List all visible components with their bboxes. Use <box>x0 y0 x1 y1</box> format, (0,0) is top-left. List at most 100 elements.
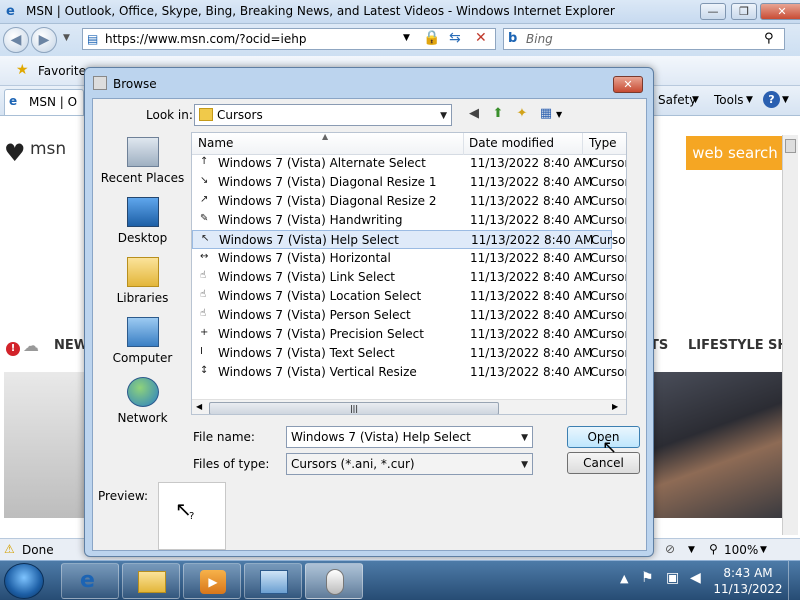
scroll-right-icon[interactable]: ▶ <box>612 402 618 411</box>
back-button[interactable]: ◀ <box>3 27 29 53</box>
safety-menu[interactable]: Safety <box>658 93 696 107</box>
view-menu-icon[interactable]: ▦ <box>537 105 555 123</box>
help-chevron-icon[interactable]: ▼ <box>782 95 789 105</box>
files-of-type-label: Files of type: <box>193 457 270 471</box>
file-name: Windows 7 (Vista) Diagonal Resize 1 <box>218 175 437 189</box>
action-center-flag-icon[interactable]: ⚑ <box>641 570 654 586</box>
file-name-input[interactable]: Windows 7 (Vista) Help Select ▼ <box>286 426 533 448</box>
cursor-file-icon: ↖ <box>201 233 210 244</box>
help-icon[interactable]: ? <box>763 91 780 108</box>
file-row[interactable]: ✎ Windows 7 (Vista) Handwriting 11/13/2022… <box>192 211 626 230</box>
taskbar-mouse-properties[interactable] <box>305 563 363 599</box>
place-libraries[interactable]: Libraries <box>95 255 190 315</box>
zoom-level[interactable]: 100% <box>724 543 758 557</box>
tab-label: MSN | O <box>29 95 78 109</box>
view-chevron-icon[interactable]: ▼ <box>556 110 562 119</box>
protected-mode-icon[interactable]: ⊘ <box>665 542 675 556</box>
file-row[interactable]: ↖ Windows 7 (Vista) Help Select 11/13/2022… <box>192 230 626 249</box>
file-list[interactable]: ▲ Name Date modified Type ↑ Windows 7 (Vi… <box>191 132 627 415</box>
horizontal-scroll-thumb[interactable]: ||| <box>209 402 499 414</box>
file-date-modified: 11/13/2022 8:40 AM <box>471 233 594 247</box>
volume-icon[interactable]: ◀ <box>690 570 701 586</box>
show-desktop-button[interactable] <box>788 561 800 601</box>
file-date-modified: 11/13/2022 8:40 AM <box>470 194 593 208</box>
chevron-down-icon[interactable]: ▼ <box>440 111 447 121</box>
taskbar-media-player[interactable]: ▶ <box>183 563 241 599</box>
file-name: Windows 7 (Vista) Diagonal Resize 2 <box>218 194 437 208</box>
file-row[interactable]: ☝ Windows 7 (Vista) Link Select 11/13/2022… <box>192 268 626 287</box>
start-button[interactable] <box>4 563 44 599</box>
chevron-down-icon[interactable]: ▼ <box>521 460 528 470</box>
tab-msn[interactable]: e MSN | O <box>4 89 84 115</box>
search-box[interactable]: b Bing ⚲ <box>503 28 785 50</box>
file-list-vertical-scrollbar[interactable]: ▲ <box>626 155 627 415</box>
place-label: Network <box>117 411 168 425</box>
file-row[interactable]: ↑ Windows 7 (Vista) Alternate Select 11/13… <box>192 154 626 173</box>
close-button[interactable]: ✕ <box>760 3 800 20</box>
file-row[interactable]: ☝ Windows 7 (Vista) Location Select 11/13/… <box>192 287 626 306</box>
zoom-icon[interactable]: ⚲ <box>709 542 718 556</box>
taskbar-explorer[interactable] <box>122 563 180 599</box>
clock-date[interactable]: 11/13/2022 <box>712 582 784 596</box>
file-date-modified: 11/13/2022 8:40 AM <box>470 289 593 303</box>
tools-menu[interactable]: Tools <box>714 93 744 107</box>
up-folder-icon[interactable]: ⬆ <box>489 105 507 123</box>
computer-icon <box>127 317 159 347</box>
taskbar-internet-explorer[interactable]: e <box>61 563 119 599</box>
chevron-down-icon[interactable]: ▼ <box>521 433 528 443</box>
place-computer[interactable]: Computer <box>95 315 190 375</box>
file-row[interactable]: ↘ Windows 7 (Vista) Diagonal Resize 1 11/1… <box>192 173 626 192</box>
ie-tab-icon: e <box>9 94 18 108</box>
file-row[interactable]: ↔ Windows 7 (Vista) Horizontal 11/13/2022 … <box>192 249 626 268</box>
place-recent-places[interactable]: Recent Places <box>95 135 190 195</box>
page-scrollbar[interactable] <box>782 135 798 535</box>
recent-pages-chevron-icon[interactable]: ▼ <box>63 33 70 43</box>
nav-lifestyle[interactable]: LIFESTYLE <box>688 338 764 353</box>
search-placeholder: Bing <box>526 32 553 46</box>
web-search-button[interactable]: web search <box>686 136 784 170</box>
network-tray-icon[interactable]: ▣ <box>666 570 679 586</box>
search-icon[interactable]: ⚲ <box>764 31 774 46</box>
look-in-select[interactable]: Cursors ▼ <box>194 104 452 126</box>
file-row[interactable]: ↕ Windows 7 (Vista) Vertical Resize 11/13/… <box>192 363 626 382</box>
address-dropdown-icon[interactable]: ▼ <box>403 33 410 43</box>
page-icon: ▤ <box>87 32 99 46</box>
file-row[interactable]: + Windows 7 (Vista) Precision Select 11/13… <box>192 325 626 344</box>
dialog-app-icon <box>93 76 107 90</box>
show-hidden-icons-icon[interactable]: ▲ <box>620 572 628 585</box>
forward-button[interactable]: ▶ <box>31 27 57 53</box>
minimize-button[interactable]: — <box>700 3 726 20</box>
lock-icon[interactable]: 🔒 <box>423 30 440 46</box>
file-row[interactable]: ☝ Windows 7 (Vista) Person Select 11/13/20… <box>192 306 626 325</box>
clock-time[interactable]: 8:43 AM <box>712 566 784 580</box>
maximize-button[interactable]: ❐ <box>731 3 757 20</box>
safety-chevron-icon[interactable]: ▼ <box>692 95 699 105</box>
tools-chevron-icon[interactable]: ▼ <box>746 95 753 105</box>
taskbar-control-panel[interactable] <box>244 563 302 599</box>
zoom-chevron-icon[interactable]: ▼ <box>760 545 767 555</box>
file-row[interactable]: ↗ Windows 7 (Vista) Diagonal Resize 2 11/1… <box>192 192 626 211</box>
nav-news[interactable]: NEW <box>54 338 88 353</box>
warning-icon: ⚠ <box>4 542 15 556</box>
recent-places-icon <box>127 137 159 167</box>
file-list-horizontal-scrollbar[interactable]: ◀ ||| ▶ <box>192 399 626 414</box>
msn-butterfly-icon: ♥ <box>4 139 26 167</box>
address-bar[interactable]: ▤ https://www.msn.com/?ocid=iehp ▼ 🔒 ⇆ ✕ <box>82 28 496 50</box>
status-chevron-icon[interactable]: ▼ <box>688 545 695 555</box>
files-of-type-select[interactable]: Cursors (*.ani, *.cur) ▼ <box>286 453 533 475</box>
place-network[interactable]: Network <box>95 375 190 435</box>
scroll-left-icon[interactable]: ◀ <box>196 402 202 411</box>
dialog-close-button[interactable]: ✕ <box>613 76 643 93</box>
refresh-icon[interactable]: ⇆ <box>449 30 461 46</box>
file-name: Windows 7 (Vista) Person Select <box>218 308 411 322</box>
page-scroll-thumb[interactable] <box>785 139 796 153</box>
place-desktop[interactable]: Desktop <box>95 195 190 255</box>
back-arrow-icon[interactable]: ◀ <box>465 105 483 123</box>
file-row[interactable]: I Windows 7 (Vista) Text Select 11/13/2022… <box>192 344 626 363</box>
file-type: Cursor <box>590 308 627 322</box>
new-folder-icon[interactable]: ✦ <box>513 105 531 123</box>
news-image-left[interactable] <box>4 372 86 518</box>
stop-icon[interactable]: ✕ <box>475 30 487 46</box>
favorites-star-icon: ★ <box>16 62 29 78</box>
news-photo[interactable] <box>654 372 782 518</box>
